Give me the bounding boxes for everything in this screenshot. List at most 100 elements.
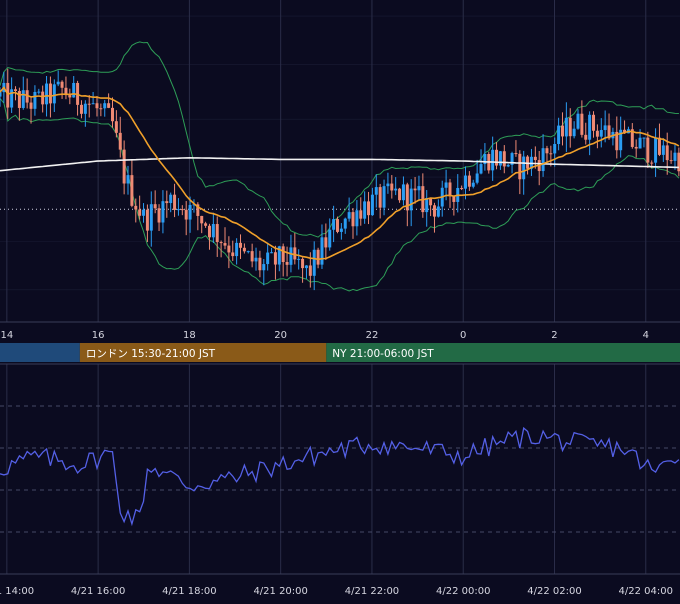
chart-background	[0, 0, 680, 600]
candle-body	[382, 186, 386, 208]
price-x-tick-label: 16	[92, 330, 105, 341]
osc-x-tick-label: 4/22 00:00	[436, 586, 490, 597]
candle-body	[231, 252, 235, 257]
session-block	[0, 343, 80, 362]
candle-body	[33, 91, 37, 109]
candle-body	[518, 153, 522, 180]
candle-body	[56, 81, 60, 85]
candle-body	[522, 156, 526, 180]
candle-body	[359, 210, 363, 219]
candle-body	[219, 242, 223, 244]
candle-body	[401, 184, 405, 201]
candle-body	[599, 130, 603, 137]
candle-body	[72, 82, 76, 98]
candle-body	[378, 187, 382, 208]
candle-body	[254, 257, 258, 262]
candle-body	[467, 175, 471, 187]
candle-body	[68, 95, 72, 98]
osc-x-tick-label: 4/21 14:00	[0, 586, 34, 597]
candle-body	[642, 137, 646, 139]
candle-body	[242, 247, 246, 252]
osc-x-tick-label: 4/21 18:00	[162, 586, 216, 597]
candle-body	[514, 153, 518, 155]
candle-body	[324, 237, 328, 248]
osc-x-tick-label: 4/21 20:00	[253, 586, 307, 597]
candle-body	[107, 103, 111, 108]
candle-body	[285, 262, 289, 265]
candle-body	[118, 132, 122, 150]
trading-chart[interactable]: 14 16 18 20 22 0 2 4 ロンドン 15:30-21:00 JST NY 21:…	[0, 0, 680, 600]
candle-body	[99, 108, 103, 110]
candle-body	[289, 247, 293, 265]
candle-body	[134, 205, 138, 210]
candle-body	[316, 249, 320, 265]
candle-body	[328, 229, 332, 248]
candle-body	[491, 149, 495, 171]
candle-body	[320, 237, 324, 265]
candle-body	[45, 83, 49, 105]
candle-body	[301, 258, 305, 269]
candle-body	[114, 121, 118, 133]
candle-body	[41, 91, 45, 105]
candle-body	[603, 125, 607, 131]
candle-body	[464, 175, 468, 189]
candle-body	[10, 89, 14, 108]
candle-body	[6, 82, 10, 108]
candle-body	[673, 152, 677, 161]
candle-body	[448, 182, 452, 197]
candle-body	[471, 182, 475, 187]
candle-body	[91, 103, 95, 105]
candle-body	[568, 117, 572, 137]
candle-body	[386, 183, 390, 187]
candle-body	[0, 92, 2, 97]
session-label: ロンドン 15:30-21:00 JST	[86, 348, 216, 360]
candle-body	[339, 228, 343, 232]
candle-body	[103, 103, 107, 109]
candle-body	[665, 145, 669, 161]
osc-x-tick-label: 4/21 16:00	[71, 586, 125, 597]
osc-x-tick-label: 4/21 22:00	[345, 586, 399, 597]
candle-body	[173, 194, 177, 210]
candle-body	[308, 265, 312, 276]
candle-body	[576, 113, 580, 129]
candle-body	[390, 183, 394, 191]
candle-body	[204, 223, 208, 226]
candle-body	[634, 146, 638, 149]
candle-body	[475, 173, 479, 183]
candle-body	[355, 210, 359, 227]
candle-body	[14, 89, 18, 92]
price-x-tick-label: 0	[460, 330, 466, 341]
candle-body	[83, 103, 87, 114]
candle-body	[452, 196, 456, 202]
candle-body	[417, 186, 421, 191]
price-x-tick-label: 22	[366, 330, 379, 341]
candle-body	[184, 209, 188, 220]
price-x-tick-label: 2	[551, 330, 557, 341]
candle-body	[370, 194, 374, 216]
candle-body	[281, 246, 285, 263]
candle-body	[149, 204, 153, 231]
chart-canvas[interactable]: 14 16 18 20 22 0 2 4 ロンドン 15:30-21:00 JST NY 21:…	[0, 0, 680, 600]
candle-body	[161, 201, 165, 223]
candle-body	[436, 206, 440, 217]
session-label: NY 21:00-06:00 JST	[332, 348, 434, 360]
candle-body	[258, 257, 262, 271]
candle-body	[432, 205, 436, 217]
candle-body	[444, 182, 448, 188]
candle-body	[351, 212, 355, 227]
candle-body	[564, 117, 568, 137]
candle-body	[646, 137, 650, 163]
candle-body	[207, 225, 211, 238]
candle-body	[145, 209, 149, 231]
candle-body	[29, 102, 33, 109]
candle-body	[669, 160, 673, 162]
candle-body	[409, 188, 413, 211]
candle-body	[176, 209, 180, 211]
candle-body	[413, 188, 417, 191]
candle-body	[654, 137, 658, 163]
candle-body	[122, 149, 126, 184]
candle-body	[293, 247, 297, 260]
candle-body	[239, 242, 243, 248]
candle-body	[157, 208, 161, 223]
candle-body	[110, 107, 114, 122]
